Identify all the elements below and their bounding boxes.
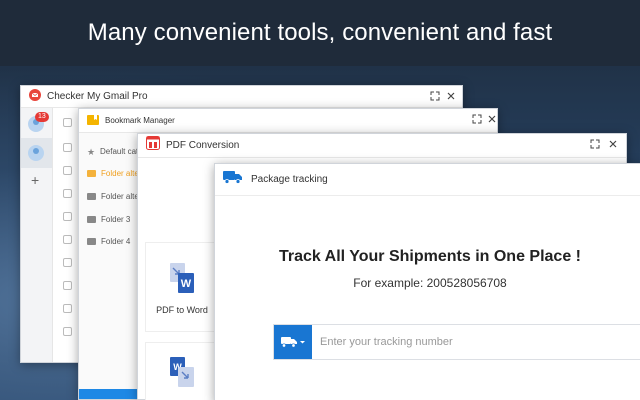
folder-label: Folder alte xyxy=(101,192,139,201)
mail-checkbox[interactable] xyxy=(63,118,72,127)
folder-icon xyxy=(87,216,96,223)
gmail-titlebar: Checker My Gmail Pro xyxy=(21,86,462,108)
folder-label: Folder 3 xyxy=(101,215,131,224)
pdf-icon xyxy=(146,136,160,155)
svg-text:W: W xyxy=(181,278,192,290)
pdf-to-word-icon: W xyxy=(170,263,196,298)
truck-icon xyxy=(281,337,305,348)
folder-item[interactable]: Folder alte xyxy=(87,192,139,201)
folder-label: Default cat xyxy=(100,147,139,156)
maximize-icon[interactable] xyxy=(430,91,440,101)
mail-checkbox[interactable] xyxy=(63,166,72,175)
folder-item[interactable]: Folder 3 xyxy=(87,215,130,224)
unread-badge: 13 xyxy=(35,112,49,122)
gmail-icon xyxy=(29,88,41,106)
package-tracking-window: Package tracking Track All Your Shipment… xyxy=(214,163,640,400)
package-headline: Track All Your Shipments in One Place ! xyxy=(278,248,581,265)
bookmark-icon xyxy=(87,112,99,130)
folder-icon xyxy=(87,238,96,245)
add-account-button[interactable]: + xyxy=(31,172,39,188)
pdf-title: PDF Conversion xyxy=(166,140,240,151)
folder-icon xyxy=(87,170,96,177)
carrier-dropdown-button[interactable] xyxy=(274,325,312,359)
folder-list: ★ Default cat Folder alte Folder alte Fo… xyxy=(79,133,139,399)
folder-item[interactable]: Folder 4 xyxy=(87,237,130,246)
mail-checkbox[interactable] xyxy=(63,258,72,267)
pdf-to-word-label: PDF to Word xyxy=(156,305,208,315)
tracking-number-input[interactable] xyxy=(320,325,640,359)
mail-checkbox[interactable] xyxy=(63,327,72,336)
close-icon[interactable] xyxy=(446,91,456,101)
pdf-tools: W PDF to Word W xyxy=(138,158,217,400)
mail-checkbox[interactable] xyxy=(63,143,72,152)
truck-icon xyxy=(223,170,243,189)
package-title: Package tracking xyxy=(251,174,328,185)
mail-checkbox[interactable] xyxy=(63,212,72,221)
star-icon: ★ xyxy=(87,146,96,157)
mail-checkbox[interactable] xyxy=(63,281,72,290)
account-row-selected[interactable] xyxy=(21,138,52,168)
mail-checkbox[interactable] xyxy=(63,189,72,198)
account-avatar xyxy=(28,145,44,161)
mail-checkbox[interactable] xyxy=(63,235,72,244)
word-to-pdf-icon: W xyxy=(170,357,196,392)
bookmark-title: Bookmark Manager xyxy=(105,116,175,125)
banner-text: Many convenient tools, convenient and fa… xyxy=(87,19,553,46)
bookmark-titlebar: Bookmark Manager xyxy=(79,109,497,133)
word-to-pdf-card[interactable]: W xyxy=(145,342,217,400)
gmail-title: Checker My Gmail Pro xyxy=(47,91,148,102)
bottom-bar[interactable] xyxy=(79,389,139,399)
package-titlebar: Package tracking xyxy=(215,164,640,196)
folder-item-selected[interactable]: Folder alte xyxy=(87,169,139,178)
close-icon[interactable] xyxy=(487,114,497,124)
mail-checkbox[interactable] xyxy=(63,304,72,313)
pdf-titlebar: PDF Conversion xyxy=(138,134,626,158)
folder-label: Folder 4 xyxy=(101,237,131,246)
maximize-icon[interactable] xyxy=(590,139,600,149)
folder-item-default[interactable]: ★ Default cat xyxy=(87,147,138,156)
folder-label: Folder alte xyxy=(101,169,139,178)
maximize-icon[interactable] xyxy=(472,114,482,124)
close-icon[interactable] xyxy=(608,139,618,149)
gmail-sidebar: 13 + xyxy=(21,108,53,362)
pdf-to-word-card[interactable]: W PDF to Word xyxy=(145,242,217,332)
promo-banner: Many convenient tools, convenient and fa… xyxy=(0,0,640,66)
folder-icon xyxy=(87,193,96,200)
tracking-search-box xyxy=(273,324,640,360)
package-example: For example: 200528056708 xyxy=(353,276,507,290)
